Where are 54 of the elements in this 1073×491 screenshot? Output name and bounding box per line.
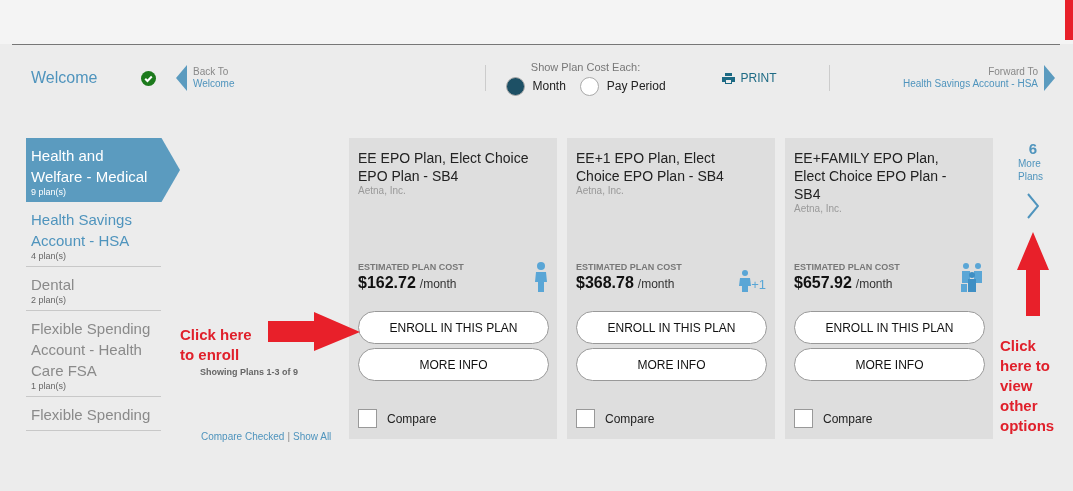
more-plans-link[interactable]: 6 More Plans xyxy=(1018,140,1048,183)
compare-option[interactable]: Compare xyxy=(358,409,548,428)
showing-count: Showing Plans 1-3 of 9 xyxy=(200,367,298,377)
compare-checkbox[interactable] xyxy=(576,409,595,428)
plan-price: $162.72 /month xyxy=(358,274,458,292)
plan-name: EE+FAMILY EPO Plan, Elect Choice EPO Plan - SB4 xyxy=(794,149,948,203)
more-info-button[interactable]: MORE INFO xyxy=(358,348,549,381)
more-info-button[interactable]: MORE INFO xyxy=(576,348,767,381)
more-options-annotation: Click here to view other options xyxy=(1000,336,1056,436)
provider-name: Aetna, Inc. xyxy=(576,185,625,196)
chevron-right-icon[interactable] xyxy=(1027,193,1039,219)
back-link[interactable]: Welcome xyxy=(193,78,235,90)
plan-name: EE+1 EPO Plan, Elect Choice EPO Plan - SB4 xyxy=(576,149,725,185)
family-icon xyxy=(960,262,984,292)
enroll-button[interactable]: ENROLL IN THIS PLAN xyxy=(358,311,549,344)
compare-option[interactable]: Compare xyxy=(576,409,766,428)
enroll-annotation: Click here to enroll xyxy=(180,325,253,365)
plan-price: $368.78 /month xyxy=(576,274,676,292)
compare-checkbox[interactable] xyxy=(358,409,377,428)
sidebar-item[interactable]: Flexible Spending xyxy=(26,397,161,431)
plan-price: $657.92 /month xyxy=(794,274,894,292)
cost-label: ESTIMATED PLAN COST xyxy=(794,262,900,272)
enroll-button[interactable]: ENROLL IN THIS PLAN xyxy=(576,311,767,344)
back-caption: Back To xyxy=(193,66,230,78)
forward-link[interactable]: Health Savings Account - HSA xyxy=(902,78,1038,90)
cost-label: ESTIMATED PLAN COST xyxy=(576,262,682,272)
sidebar-item[interactable]: Health and Welfare - Medical 9 plan(s) xyxy=(26,138,180,202)
sidebar-item[interactable]: Dental 2 plan(s) xyxy=(26,267,161,311)
compare-checkbox[interactable] xyxy=(794,409,813,428)
radio-option[interactable]: Pay Period xyxy=(579,76,666,96)
more-info-button[interactable]: MORE INFO xyxy=(794,348,985,381)
link-separator: | xyxy=(287,431,290,442)
print-button[interactable]: PRINT xyxy=(721,71,777,85)
enroll-button[interactable]: ENROLL IN THIS PLAN xyxy=(794,311,985,344)
sidebar-item[interactable]: Health Savings Account - HSA 4 plan(s) xyxy=(26,202,161,267)
provider-name: Aetna, Inc. xyxy=(794,203,843,214)
radio-option[interactable]: Month xyxy=(505,76,566,96)
cost-label: ESTIMATED PLAN COST xyxy=(358,262,464,272)
compare-option[interactable]: Compare xyxy=(794,409,984,428)
plan-name: EE EPO Plan, Elect Choice EPO Plan - SB4 xyxy=(358,149,530,185)
show-all-link[interactable]: Show All xyxy=(293,431,332,442)
cost-toggle-label: Show Plan Cost Each: xyxy=(530,60,641,73)
annotation-marker xyxy=(1065,0,1073,40)
forward-caption: Forward To xyxy=(988,66,1038,78)
person-icon xyxy=(534,262,548,292)
radio-circle[interactable] xyxy=(505,76,525,96)
compare-checked-link[interactable]: Compare Checked xyxy=(201,431,285,442)
radio-circle[interactable] xyxy=(579,76,599,96)
sidebar-item[interactable]: Flexible Spending Account - Health Care FSA 1 plan(s) xyxy=(26,311,161,397)
printer-icon xyxy=(721,72,735,84)
forward-arrow-icon[interactable] xyxy=(1044,65,1055,91)
back-arrow-icon[interactable] xyxy=(176,65,187,91)
welcome-step[interactable]: Welcome xyxy=(31,69,141,87)
provider-name: Aetna, Inc. xyxy=(358,185,407,196)
